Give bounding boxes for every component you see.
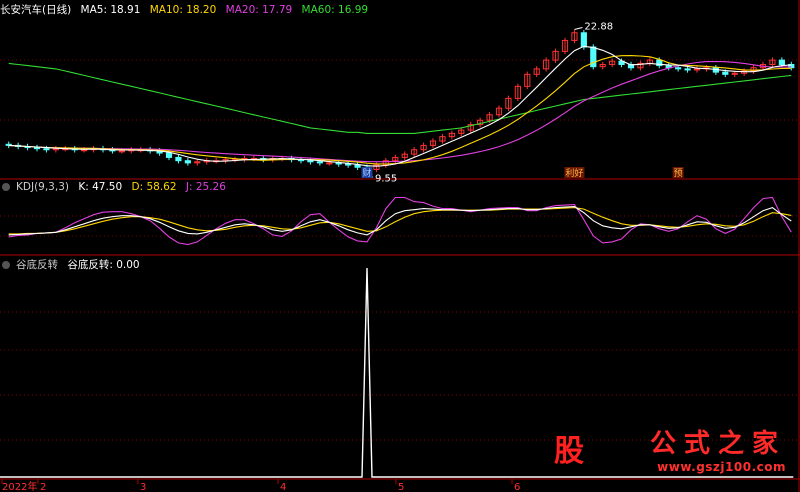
candle-body	[345, 163, 352, 166]
ma10-label: MA10: 18.20	[149, 4, 217, 16]
kdj-j-line	[8, 196, 792, 246]
watermark: 股 公式之家 www.gszj100.com	[554, 423, 786, 474]
event-tag: 利好	[565, 167, 583, 179]
indicator-panel-header: 谷底反转 谷底反转: 0.00	[0, 257, 146, 272]
event-tag: 预	[674, 168, 683, 179]
low-price-label: 9.55	[375, 173, 397, 184]
candle-body	[184, 160, 191, 164]
x-tick-label: 2022年	[2, 480, 37, 492]
candle-body	[165, 152, 173, 158]
ma60-line	[8, 62, 792, 134]
kdj-k-line	[8, 206, 792, 236]
candle-body	[43, 148, 50, 151]
price-panel-header: 长安汽车(日线) MA5: 18.91 MA10: 18.20 MA20: 17…	[0, 2, 374, 17]
stock-chart: 22.88 9.55 财 利好 预 2022年 2 3 4 5 6	[0, 0, 800, 492]
high-price-label: 22.88	[584, 21, 613, 32]
candle-body	[684, 68, 691, 71]
kdj-panel-header: KDJ(9,3,3) K: 47.50 D: 58.62 J: 25.26	[0, 181, 232, 193]
panel-toggle-icon[interactable]	[2, 183, 10, 191]
watermark-text: 公式之家	[649, 429, 786, 459]
indicator-title: 谷底反转	[16, 259, 58, 271]
x-tick-label: 3	[140, 482, 146, 492]
candle-body	[81, 149, 88, 152]
kdj-d-label: D: 58.62	[131, 181, 177, 193]
watermark-logo: 股	[554, 434, 584, 469]
ma5-label: MA5: 18.91	[80, 4, 141, 16]
watermark-url: www.gszj100.com	[657, 460, 786, 474]
candle-body	[580, 32, 587, 48]
candle-body	[326, 162, 333, 165]
ma20-label: MA20: 17.79	[225, 4, 293, 16]
kdj-j-label: J: 25.26	[185, 181, 226, 193]
event-tag: 财	[362, 167, 371, 179]
kdj-k-label: K: 47.50	[78, 181, 123, 193]
candle-body	[307, 160, 314, 163]
indicator-value: 谷底反转: 0.00	[67, 259, 140, 271]
candle-body	[118, 150, 125, 153]
candle-body	[722, 71, 729, 75]
x-tick-label: 5	[398, 482, 404, 492]
ma60-label: MA60: 16.99	[301, 4, 369, 16]
stock-name: 长安汽车(日线)	[0, 4, 72, 16]
candle-body	[175, 156, 182, 162]
panel-toggle-icon[interactable]	[2, 261, 10, 269]
candle-body	[354, 164, 361, 168]
candle-body	[316, 161, 323, 164]
candle-body	[675, 67, 682, 70]
x-tick-label: 6	[514, 482, 520, 492]
x-tick-label: 4	[280, 482, 286, 492]
kdj-title: KDJ(9,3,3)	[16, 181, 69, 193]
high-marker-line	[574, 27, 583, 30]
ma10-line	[8, 55, 792, 165]
x-tick-label: 2	[40, 482, 46, 492]
candle-body	[778, 59, 785, 65]
ma20-line	[8, 60, 792, 163]
candle-body	[33, 147, 41, 150]
